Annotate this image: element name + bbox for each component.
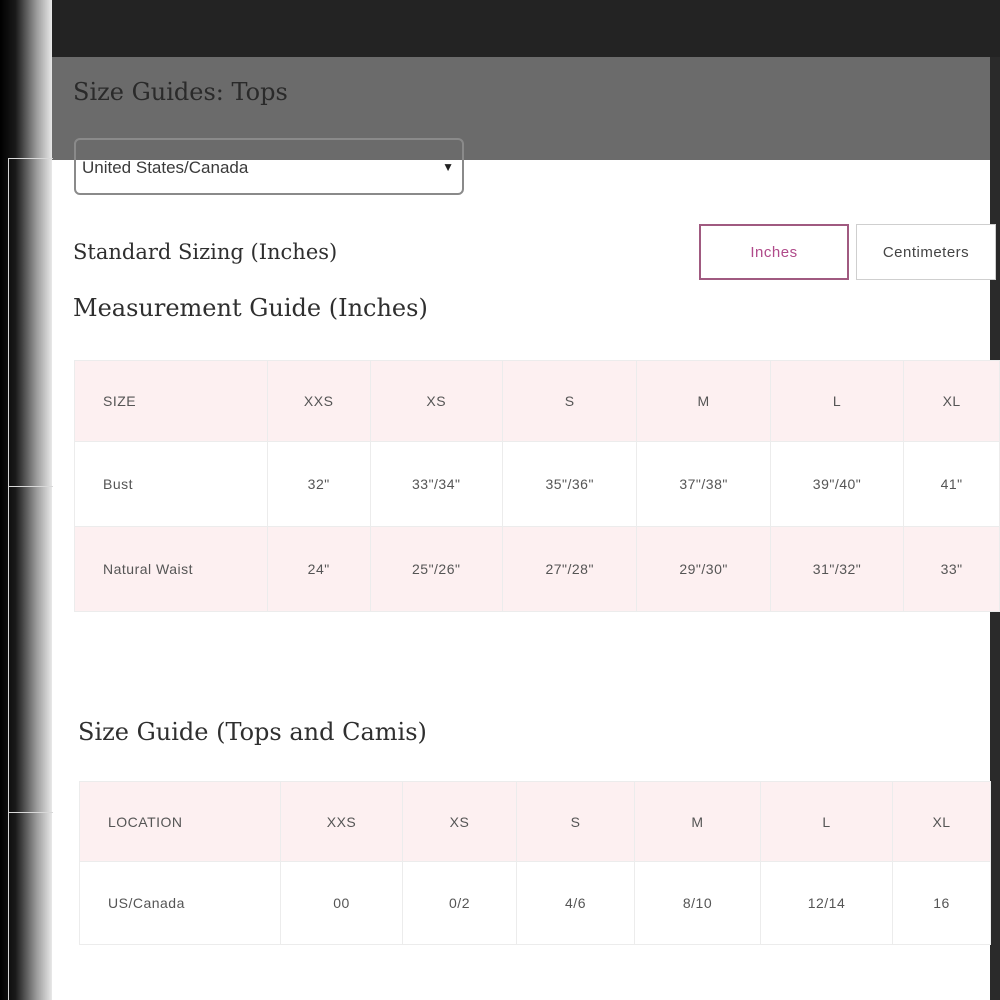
table-cell: 8/10 — [634, 861, 761, 945]
table-cell: 32" — [266, 441, 371, 527]
table-header-cell: M — [636, 360, 771, 442]
table-header-cell: XL — [892, 781, 991, 862]
table-cell: 27"/28" — [501, 526, 638, 612]
table-header-cell: XS — [369, 360, 503, 442]
dropdown-arrow-icon: ▼ — [442, 160, 454, 174]
page-backdrop — [52, 0, 1000, 57]
table-header-cell: L — [760, 781, 893, 862]
table-header-cell: L — [769, 360, 905, 442]
table-row-label: Bust — [74, 441, 268, 527]
table-header-cell: M — [634, 781, 761, 862]
table-row-label: Natural Waist — [74, 526, 268, 612]
overlay-line — [8, 812, 53, 813]
table-cell: 00 — [280, 861, 403, 945]
tops-size-table: LOCATION XXS XS S M L XL US/Canada 00 0/… — [79, 781, 991, 945]
table-cell: 25"/26" — [369, 526, 503, 612]
table-cell: 35"/36" — [501, 441, 638, 527]
table-cell: 39"/40" — [769, 441, 905, 527]
table-cell: 29"/30" — [636, 526, 771, 612]
overlay-line — [8, 158, 9, 1000]
measurement-guide-title: Measurement Guide (Inches) — [73, 294, 428, 322]
table-header-cell: S — [516, 781, 635, 862]
table-cell: 37"/38" — [636, 441, 771, 527]
table-cell: 41" — [903, 441, 1000, 527]
overlay-line — [8, 486, 53, 487]
table-row-label: US/Canada — [79, 861, 281, 945]
table-row: Bust 32" 33"/34" 35"/36" 37"/38" 39"/40"… — [74, 441, 1000, 527]
table-cell: 0/2 — [402, 861, 517, 945]
table-header-cell: XXS — [280, 781, 403, 862]
table-header-cell: XS — [402, 781, 517, 862]
table-header-cell: SIZE — [74, 360, 268, 442]
overlay-line — [8, 158, 53, 159]
sizing-label: Standard Sizing (Inches) — [73, 240, 338, 264]
table-header-row: LOCATION XXS XS S M L XL — [79, 781, 991, 862]
region-select[interactable]: United States/Canada ▼ — [74, 138, 464, 195]
table-row: US/Canada 00 0/2 4/6 8/10 12/14 16 — [79, 861, 991, 945]
measurement-guide-table: SIZE XXS XS S M L XL Bust 32" 33"/34" 35… — [74, 360, 1000, 612]
table-cell: 16 — [892, 861, 991, 945]
table-cell: 33" — [903, 526, 1000, 612]
table-cell: 4/6 — [516, 861, 635, 945]
table-header-cell: LOCATION — [79, 781, 281, 862]
centimeters-toggle-button[interactable]: Centimeters — [856, 224, 996, 280]
modal-title: Size Guides: Tops — [73, 78, 288, 106]
table-cell: 12/14 — [760, 861, 893, 945]
inches-toggle-button[interactable]: Inches — [699, 224, 849, 280]
table-header-cell: XXS — [266, 360, 371, 442]
table-row: Natural Waist 24" 25"/26" 27"/28" 29"/30… — [74, 526, 1000, 612]
tops-guide-title: Size Guide (Tops and Camis) — [78, 718, 427, 746]
table-header-cell: S — [501, 360, 638, 442]
table-cell: 33"/34" — [369, 441, 503, 527]
table-cell: 31"/32" — [769, 526, 905, 612]
table-header-row: SIZE XXS XS S M L XL — [74, 360, 1000, 442]
table-header-cell: XL — [903, 360, 1000, 442]
region-select-value: United States/Canada — [82, 158, 249, 177]
table-cell: 24" — [266, 526, 371, 612]
